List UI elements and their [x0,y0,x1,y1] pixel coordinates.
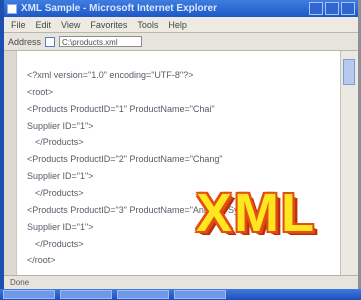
code-line-8: </Products> [35,188,84,198]
scrollbar-thumb[interactable] [343,59,355,85]
menu-view[interactable]: View [61,20,80,30]
minimize-button[interactable] [309,2,323,15]
code-line-10: Supplier ID="1"> [27,222,94,232]
menu-favorites[interactable]: Favorites [90,20,127,30]
code-line-4: Supplier ID="1"> [27,121,94,131]
code-line-2: <root> [27,87,54,97]
page-icon [45,36,56,47]
code-line-3: <Products ProductID="1" ProductName="Cha… [27,104,215,114]
menu-help[interactable]: Help [168,20,187,30]
code-line-12: </root> [27,255,56,265]
address-bar: Address C:\products.xml [4,33,358,51]
menu-file[interactable]: File [11,20,26,30]
start-button[interactable] [3,290,55,299]
window-titlebar: XML Sample - Microsoft Internet Explorer [4,0,358,17]
window-title: XML Sample - Microsoft Internet Explorer [21,3,217,14]
address-input[interactable]: C:\products.xml [59,36,143,47]
code-line-7: Supplier ID="1"> [27,171,94,181]
taskbar-item-3[interactable] [174,290,226,299]
status-bar: Done [4,275,358,289]
browser-icon [7,3,17,14]
maximize-button[interactable] [325,2,339,15]
window-controls [309,2,355,15]
code-line-5: </Products> [35,137,84,147]
code-line-1: <?xml version="1.0" encoding="UTF-8"?> [27,70,194,80]
close-button[interactable] [341,2,355,15]
menu-bar: File Edit View Favorites Tools Help [4,17,358,33]
address-label: Address [8,36,42,47]
xml-badge: XML [196,183,316,243]
taskbar [0,289,361,300]
taskbar-item-1[interactable] [60,290,112,299]
taskbar-item-2[interactable] [117,290,169,299]
status-text: Done [10,278,30,287]
code-line-6: <Products ProductID="2" ProductName="Cha… [27,154,223,164]
menu-edit[interactable]: Edit [36,20,52,30]
vertical-scrollbar[interactable] [340,51,358,275]
menu-tools[interactable]: Tools [137,20,158,30]
code-line-11: </Products> [35,239,84,249]
